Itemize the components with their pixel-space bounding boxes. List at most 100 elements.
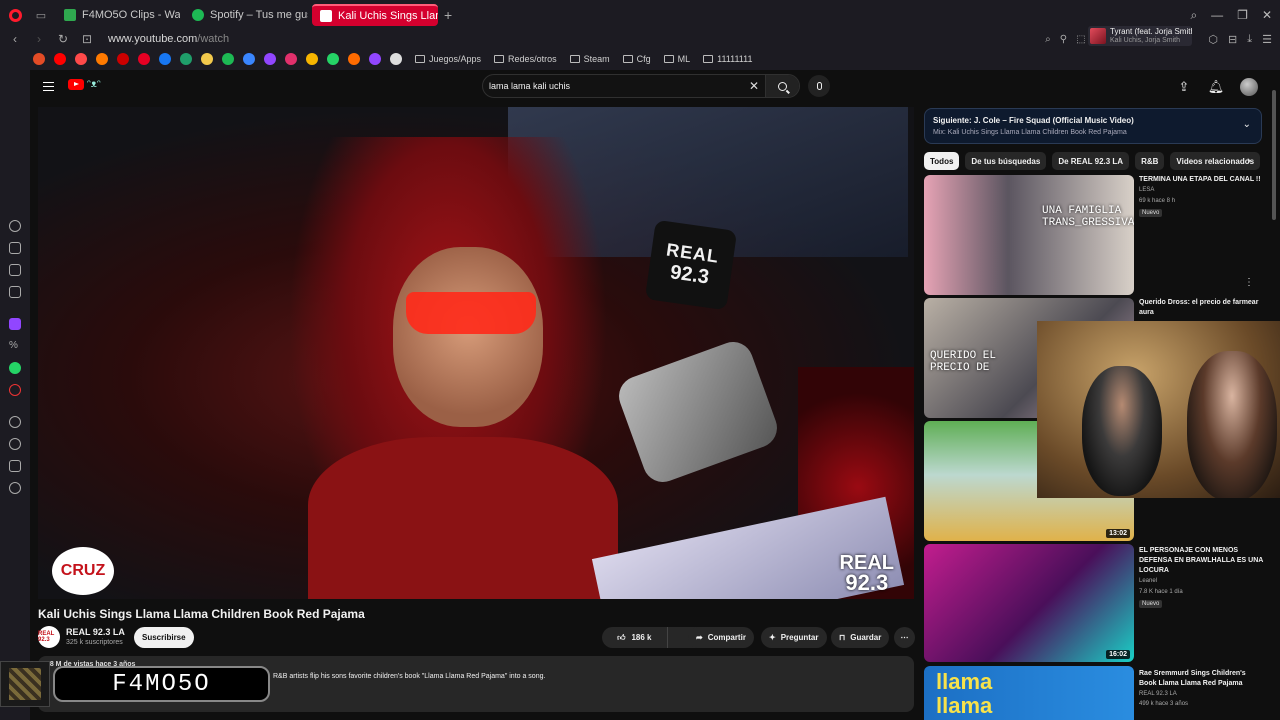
recommendation-title[interactable]: Querido Dross: el precio de farmear aura (1139, 298, 1264, 318)
easy-setup-icon[interactable]: ⊟ (1228, 33, 1237, 46)
recommendation-item[interactable]: llama llama Rae Sremmurd Sings Children'… (924, 666, 1262, 720)
workspace-icon[interactable]: ▭ (30, 0, 52, 30)
ask-button[interactable]: ✦ Preguntar (761, 627, 827, 648)
account-avatar[interactable] (1240, 78, 1258, 96)
music-player-widget[interactable]: Tyrant (feat. Jorja Smith) Kali Uchis, J… (1088, 26, 1192, 46)
page-scrollbar[interactable] (1272, 90, 1276, 220)
like-button[interactable]: 👍︎ 186 k (602, 627, 668, 648)
more-options-icon[interactable]: ⋮ (1244, 277, 1254, 288)
video-thumbnail[interactable]: 16:02 (924, 544, 1134, 662)
chip-filter[interactable]: De REAL 92.3 LA (1052, 152, 1130, 170)
aria-icon[interactable] (9, 220, 21, 232)
m-icon[interactable] (9, 286, 21, 298)
record-icon[interactable] (9, 384, 21, 396)
url-field[interactable]: www.youtube.com/watch (108, 33, 229, 45)
recommendation-channel[interactable]: REAL 92.3 LA (1139, 691, 1177, 697)
reload-button[interactable]: ↻ (54, 32, 72, 46)
bookmark-site-icon[interactable] (201, 53, 213, 65)
save-button[interactable]: ⊓ Guardar (831, 627, 890, 648)
share-button[interactable]: ➦ Compartir (688, 627, 754, 648)
chip-filter[interactable]: De tus búsquedas (965, 152, 1047, 170)
forward-button[interactable]: › (30, 32, 48, 46)
opera-logo-icon[interactable] (0, 0, 30, 30)
bookmark-site-icon[interactable] (96, 53, 108, 65)
recommendation-channel[interactable]: LESA (1139, 187, 1154, 193)
up-next-panel[interactable]: Siguiente: J. Cole – Fire Squad (Officia… (924, 108, 1262, 144)
recommendation-title[interactable]: Rae Sremmurd Sings Children's Book Llama… (1139, 669, 1264, 689)
more-actions-button[interactable]: ⋯ (894, 627, 915, 648)
video-player[interactable]: REAL 92.3 CRUZ REAL 92.3 (38, 107, 914, 599)
chip-filter[interactable]: Todos (924, 152, 960, 170)
close-window-button[interactable]: ✕ (1262, 8, 1272, 22)
bookmark-folder[interactable]: 11111111 (703, 54, 753, 64)
tab-f4mo5o-clips[interactable]: F4MO5O Clips - Watch Liv (56, 4, 180, 26)
chip-filter[interactable]: R&B (1135, 152, 1165, 170)
history-icon[interactable] (9, 438, 21, 450)
restore-button[interactable]: ❐ (1237, 8, 1248, 22)
chevron-right-icon[interactable]: › (1242, 152, 1256, 170)
extensions-icon[interactable]: ⬡ (1208, 33, 1218, 46)
channel-avatar[interactable]: REAL 92.3 (38, 626, 60, 648)
bookmark-folder[interactable]: Redes/otros (494, 54, 557, 64)
bookmark-site-icon[interactable] (243, 53, 255, 65)
bookmark-folder[interactable]: Cfg (622, 54, 651, 64)
percent-icon[interactable]: % (9, 340, 21, 352)
search-tabs-icon[interactable]: ⌕ (1190, 8, 1197, 23)
bookmark-site-icon[interactable] (369, 53, 381, 65)
minimize-button[interactable]: — (1211, 8, 1223, 22)
twitch-icon[interactable] (9, 318, 21, 330)
youtube-icon (320, 10, 332, 22)
pin-icon[interactable]: ⚲ (1060, 34, 1067, 45)
notifications-bell-icon[interactable]: 🔔︎ (1208, 79, 1225, 95)
bookmark-site-icon[interactable] (390, 53, 402, 65)
bookmark-folder[interactable]: ML (663, 54, 690, 64)
search-button[interactable] (765, 75, 799, 97)
workspaces-icon[interactable] (9, 264, 21, 276)
bookmark-site-icon[interactable] (306, 53, 318, 65)
channel-name[interactable]: REAL 92.3 LA (66, 627, 125, 637)
bookmark-folder[interactable]: Steam (569, 54, 610, 64)
recommendation-channel[interactable]: Leanel (1139, 578, 1157, 584)
thumbnail-text: UNA FAMIGLIA TRANS_GRESSIVA (1042, 205, 1134, 229)
bookmark-site-icon[interactable] (117, 53, 129, 65)
voice-search-button[interactable] (808, 75, 830, 97)
extensions-sidebar-icon[interactable] (9, 460, 21, 472)
video-thumbnail[interactable]: llama llama (924, 666, 1134, 720)
back-button[interactable]: ‹ (6, 32, 24, 46)
video-thumbnail[interactable]: UNA FAMIGLIA TRANS_GRESSIVA (924, 175, 1134, 295)
recommendation-item[interactable]: 16:02 EL PERSONAJE CON MENOS DEFENSA EN … (924, 544, 1264, 662)
recommendation-title[interactable]: EL PERSONAJE CON MENOS DEFENSA EN BRAWLH… (1139, 546, 1264, 576)
zoom-icon[interactable]: ⌕ (1045, 34, 1051, 45)
recommendation-item[interactable]: UNA FAMIGLIA TRANS_GRESSIVA TERMINA UNA … (924, 175, 1262, 295)
bookmark-site-icon[interactable] (54, 53, 66, 65)
subscribe-button[interactable]: Suscribirse (134, 627, 194, 648)
guide-menu-icon[interactable] (43, 82, 54, 91)
menu-icon[interactable]: ☰ (1262, 33, 1272, 46)
whatsapp-icon[interactable] (9, 362, 21, 374)
clear-search-icon[interactable]: ✕ (744, 79, 764, 93)
tab-youtube-active[interactable]: Kali Uchis Sings Llama (312, 4, 438, 26)
snapshot-icon[interactable]: ⬚ (1076, 34, 1085, 45)
bookmark-site-icon[interactable] (264, 53, 276, 65)
settings-icon[interactable] (9, 482, 21, 494)
chevron-down-icon[interactable]: ⌄ (1243, 119, 1251, 130)
bookmark-site-icon[interactable] (285, 53, 297, 65)
download-icon[interactable]: ⤓ (1247, 33, 1252, 46)
spotify-sidebar-icon[interactable] (9, 416, 21, 428)
bookmark-site-icon[interactable] (222, 53, 234, 65)
new-tab-button[interactable]: + (444, 7, 452, 23)
bookmark-site-icon[interactable] (138, 53, 150, 65)
youtube-logo[interactable]: ᵔᴥᵔ (68, 79, 101, 90)
bookmark-site-icon[interactable] (180, 53, 192, 65)
bookmark-folder[interactable]: Juegos/Apps (415, 54, 481, 64)
crypto-wallet-icon[interactable] (9, 242, 21, 254)
bookmark-site-icon[interactable] (159, 53, 171, 65)
tab-spotify[interactable]: Spotify – Tus me gusta (184, 4, 308, 26)
upload-icon[interactable]: ⇪ (1176, 79, 1192, 95)
recommendation-title[interactable]: TERMINA UNA ETAPA DEL CANAL !! (1139, 175, 1264, 185)
bookmark-site-icon[interactable] (327, 53, 339, 65)
bookmark-site-icon[interactable] (75, 53, 87, 65)
bookmark-site-icon[interactable] (348, 53, 360, 65)
search-input[interactable] (489, 81, 744, 91)
bookmark-site-icon[interactable] (33, 53, 45, 65)
